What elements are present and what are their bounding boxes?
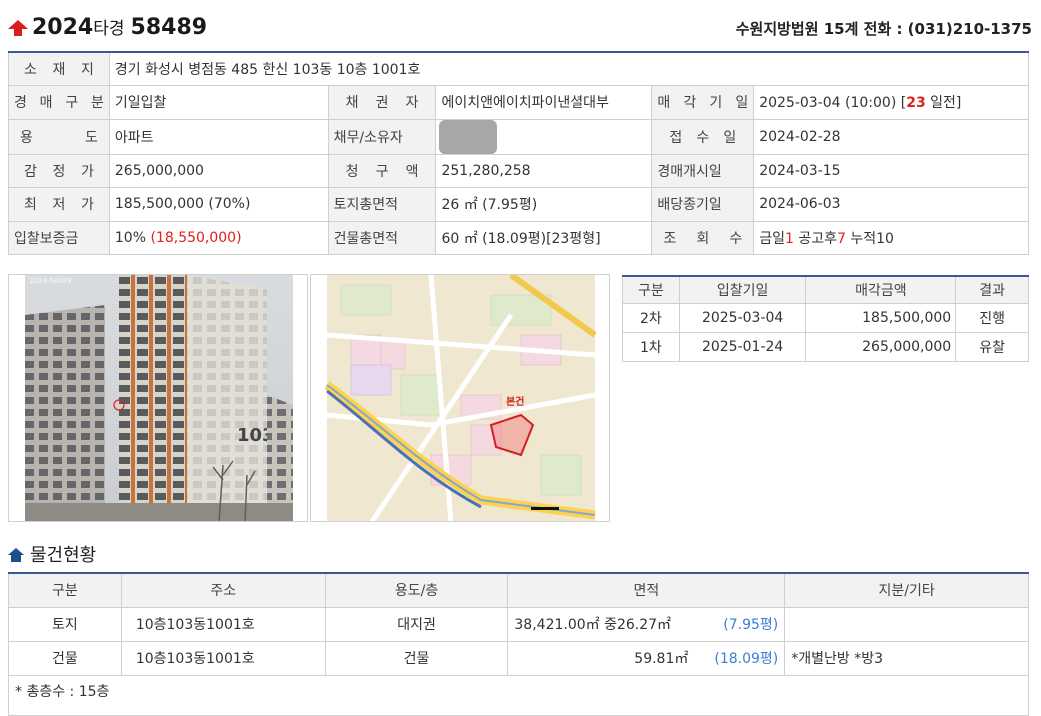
min-price-value: 185,500,000 (70%) bbox=[108, 187, 329, 222]
history-header-row: 구분 입찰기일 매각금액 결과 bbox=[622, 275, 1029, 304]
property-table: 구분 주소 용도/층 면적 지분/기타 토지 10층103동1001호 대지권 … bbox=[8, 572, 1029, 676]
property-section-title: 물건현황 bbox=[8, 541, 96, 566]
location-map[interactable]: 본건 bbox=[310, 274, 610, 522]
auction-type-value: 기일입찰 bbox=[108, 85, 329, 120]
use-label: 용도 bbox=[8, 118, 110, 155]
history-round: 2차 bbox=[622, 302, 680, 333]
property-etc: *개별난방 *방3 bbox=[784, 640, 1029, 676]
history-date: 2025-03-04 bbox=[678, 302, 807, 333]
history-price: 185,500,000 bbox=[805, 302, 957, 333]
receipt-label: 접수일 bbox=[651, 118, 755, 155]
deposit-amount: (18,550,000) bbox=[150, 229, 242, 246]
location-label: 소재지 bbox=[8, 51, 110, 86]
property-header-use: 용도/층 bbox=[324, 572, 509, 608]
appraisal-value: 265,000,000 bbox=[108, 153, 329, 188]
property-header-row: 구분 주소 용도/층 면적 지분/기타 bbox=[8, 572, 1029, 608]
info-row-use: 용도 아파트 채무/소유자 접수일 2024-02-28 bbox=[8, 118, 1029, 155]
dividend-value: 2024-06-03 bbox=[753, 187, 1029, 222]
debtor-label: 채무/소유자 bbox=[327, 118, 437, 155]
claim-label: 청구액 bbox=[327, 153, 437, 188]
start-label: 경매개시일 bbox=[651, 153, 755, 188]
property-footnote: * 총층수 : 15층 bbox=[8, 673, 1029, 716]
history-header-date: 입찰기일 bbox=[678, 275, 807, 304]
creditor-label: 채권자 bbox=[327, 85, 437, 120]
property-address: 10층103동1001호 bbox=[120, 606, 326, 642]
property-area: 38,421.00㎡ 중26.27㎡ (7.95평) bbox=[507, 606, 786, 642]
svg-text:2024-58489: 2024-58489 bbox=[29, 277, 72, 285]
info-row-min-price: 최저가 185,500,000 (70%) 토지총면적 26 ㎡ (7.95평)… bbox=[8, 187, 1029, 222]
deposit-value: 10% (18,550,000) bbox=[108, 220, 329, 255]
table-row: 건물 10층103동1001호 건물 59.81㎡ (18.09평) *개별난방 … bbox=[8, 640, 1029, 676]
building-area-value: 60 ㎡ (18.09평)[23평형] bbox=[435, 220, 653, 255]
building-area-label: 건물총면적 bbox=[327, 220, 437, 255]
sale-date-value: 2025-03-04 (10:00) [23 일전] bbox=[753, 85, 1029, 120]
house-icon bbox=[8, 548, 24, 562]
history-result: 유찰 bbox=[955, 331, 1029, 362]
property-type: 토지 bbox=[8, 606, 122, 642]
history-header-round: 구분 bbox=[622, 275, 680, 304]
case-header: 2024타경 58489 수원지방법원 15계 전화 : (031)210-137… bbox=[8, 8, 1032, 44]
property-use: 대지권 bbox=[324, 606, 509, 642]
info-row-appraisal: 감정가 265,000,000 청구액 251,280,258 경매개시일 20… bbox=[8, 153, 1029, 188]
sale-date-label: 매각기일 bbox=[651, 85, 755, 120]
history-header-result: 결과 bbox=[955, 275, 1029, 304]
history-price: 265,000,000 bbox=[805, 331, 957, 362]
case-info-table: 소재지 경기 화성시 병점동 485 한신 103동 10층 1001호 경매구… bbox=[8, 51, 1030, 255]
property-etc bbox=[784, 606, 1029, 642]
auction-type-label: 경매구분 bbox=[8, 85, 110, 120]
property-header-type: 구분 bbox=[8, 572, 122, 608]
history-header-price: 매각금액 bbox=[805, 275, 957, 304]
start-value: 2024-03-15 bbox=[753, 153, 1029, 188]
up-arrow-icon bbox=[8, 20, 28, 36]
bid-history-table: 구분 입찰기일 매각금액 결과 2차 2025-03-04 185,500,00… bbox=[622, 275, 1029, 362]
property-address: 10층103동1001호 bbox=[120, 640, 326, 676]
history-round: 1차 bbox=[622, 331, 680, 362]
map-image: 본건 bbox=[311, 275, 609, 521]
use-value: 아파트 bbox=[108, 118, 329, 155]
redacted-box bbox=[439, 120, 498, 153]
receipt-value: 2024-02-28 bbox=[753, 118, 1029, 155]
info-row-location: 소재지 경기 화성시 병점동 485 한신 103동 10층 1001호 bbox=[8, 51, 1030, 86]
dividend-label: 배당종기일 bbox=[651, 187, 755, 222]
table-row: 2차 2025-03-04 185,500,000 진행 bbox=[622, 302, 1029, 333]
apartment-photo-image: 103 2024-58489 bbox=[9, 275, 307, 521]
info-row-deposit: 입찰보증금 10% (18,550,000) 건물총면적 60 ㎡ (18.09… bbox=[8, 220, 1029, 255]
building-photo[interactable]: 103 2024-58489 bbox=[8, 274, 308, 522]
min-price-label: 최저가 bbox=[8, 187, 110, 222]
court-info: 수원지방법원 15계 전화 : (031)210-1375 bbox=[735, 20, 1032, 38]
property-area: 59.81㎡ (18.09평) bbox=[507, 640, 786, 676]
history-result: 진행 bbox=[955, 302, 1029, 333]
property-header-address: 주소 bbox=[120, 572, 326, 608]
land-area-value: 26 ㎡ (7.95평) bbox=[435, 187, 653, 222]
deposit-label: 입찰보증금 bbox=[8, 220, 110, 255]
claim-value: 251,280,258 bbox=[435, 153, 653, 188]
debtor-value bbox=[435, 118, 653, 155]
property-use: 건물 bbox=[324, 640, 509, 676]
creditor-value: 에이치앤에이치파이낸셜대부 bbox=[435, 85, 653, 120]
days-left: 23 bbox=[906, 95, 926, 112]
property-type: 건물 bbox=[8, 640, 122, 676]
table-row: 토지 10층103동1001호 대지권 38,421.00㎡ 중26.27㎡ (7… bbox=[8, 606, 1029, 642]
info-row-auction: 경매구분 기일입찰 채권자 에이치앤에이치파이낸셜대부 매각기일 2025-03… bbox=[8, 85, 1029, 120]
location-value: 경기 화성시 병점동 485 한신 103동 10층 1001호 bbox=[108, 51, 1030, 86]
land-area-label: 토지총면적 bbox=[327, 187, 437, 222]
property-header-area: 면적 bbox=[507, 572, 786, 608]
property-header-etc: 지분/기타 bbox=[784, 572, 1029, 608]
views-value: 금일1 공고후7 누적10 bbox=[753, 220, 1029, 255]
history-date: 2025-01-24 bbox=[678, 331, 807, 362]
table-row: 1차 2025-01-24 265,000,000 유찰 bbox=[622, 331, 1029, 362]
views-label: 조회수 bbox=[651, 220, 755, 255]
case-number: 2024타경 58489 bbox=[32, 15, 208, 40]
svg-text:본건: 본건 bbox=[506, 395, 524, 408]
appraisal-label: 감정가 bbox=[8, 153, 110, 188]
